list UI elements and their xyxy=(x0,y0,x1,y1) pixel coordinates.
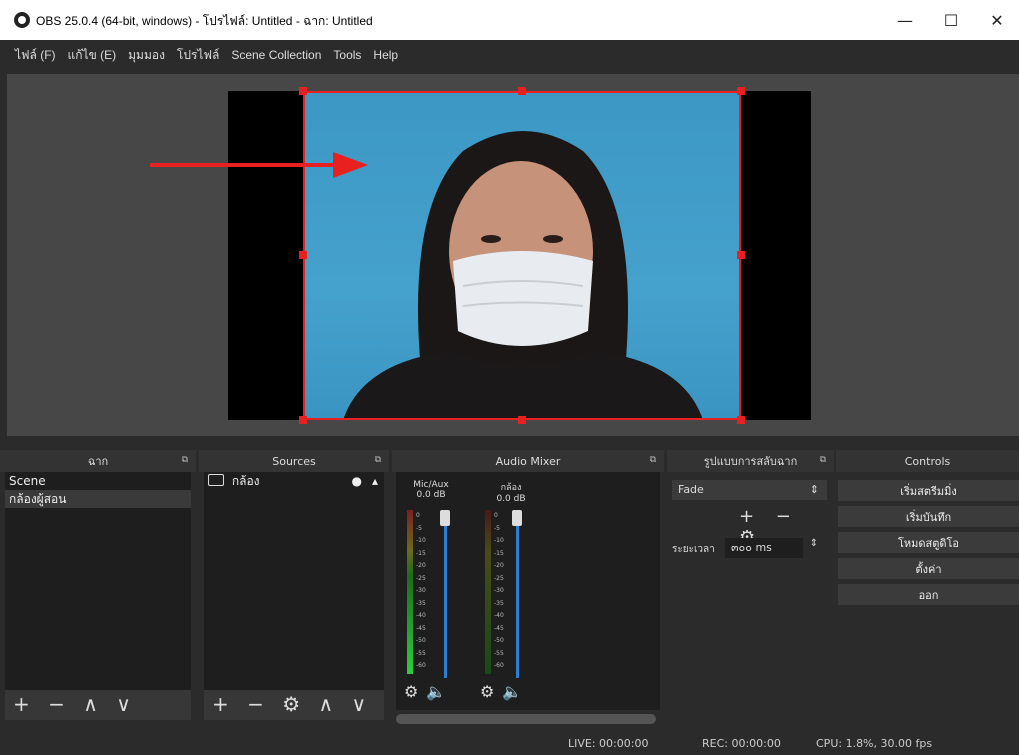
close-button[interactable]: ✕ xyxy=(974,0,1019,40)
audio-mixer-panel: Audio Mixer ⧉ Mic/Aux 0.0 dB กล้อง 0.0 d… xyxy=(392,450,664,728)
sources-panel: Sources ⧉ กล้อง ● ▴ + − ⚙ ∧ ∨ xyxy=(199,450,389,728)
start-streaming-button[interactable]: เริ่มสตรีมมิ่ง xyxy=(838,480,1019,501)
maximize-button[interactable]: ☐ xyxy=(928,0,974,40)
scene-item[interactable]: Scene xyxy=(5,472,191,490)
transitions-title: รูปแบบการสลับฉาก xyxy=(703,455,798,468)
resize-handle[interactable] xyxy=(518,87,526,95)
resize-handle[interactable] xyxy=(737,251,745,259)
fader-handle[interactable] xyxy=(512,510,522,526)
undock-icon[interactable]: ⧉ xyxy=(820,455,826,465)
selection-box[interactable] xyxy=(303,91,741,420)
volume-fader[interactable] xyxy=(516,520,519,678)
resize-handle[interactable] xyxy=(299,87,307,95)
camera-icon xyxy=(208,474,224,486)
title-bar: OBS 25.0.4 (64-bit, windows) - โปรไฟล์: … xyxy=(0,0,1019,40)
start-recording-button[interactable]: เริ่มบันทึก xyxy=(838,506,1019,527)
resize-handle[interactable] xyxy=(518,416,526,424)
controls-title: Controls xyxy=(904,454,951,468)
volume-meter xyxy=(407,510,413,674)
menu-profile[interactable]: โปรไฟล์ xyxy=(177,46,219,65)
cpu-status: CPU: 1.8%, 30.00 fps xyxy=(816,737,933,750)
meter-scale: 0 -5 -10 -15 -20 -25 -30 -35 -40 -45 -50 -55 -60 xyxy=(494,512,504,669)
volume-fader[interactable] xyxy=(444,520,447,678)
obs-app-icon xyxy=(14,12,30,28)
scenes-header: ฉาก ⧉ xyxy=(0,450,196,472)
channel-strip: Mic/Aux 0.0 dB xyxy=(406,480,456,500)
rec-status: REC: 00:00:00 xyxy=(702,737,781,750)
annotation-arrow-icon xyxy=(150,152,368,178)
undock-icon[interactable]: ⧉ xyxy=(182,455,188,465)
scenes-list[interactable]: Scene กล้องผู้สอน xyxy=(5,472,191,690)
live-status: LIVE: 00:00:00 xyxy=(568,737,649,750)
controls-header: Controls xyxy=(836,450,1019,472)
mixer-scrollbar[interactable] xyxy=(396,714,656,724)
resize-handle[interactable] xyxy=(299,416,307,424)
channel-name: Mic/Aux xyxy=(413,480,449,490)
sources-title: Sources xyxy=(272,454,316,468)
gear-icon[interactable]: ⚙ xyxy=(404,682,418,701)
eye-icon[interactable]: ● xyxy=(352,472,362,490)
source-item[interactable]: กล้อง ● ▴ xyxy=(204,472,384,490)
duration-label: ระยะเวลา xyxy=(672,544,715,555)
menu-scene-collection[interactable]: Scene Collection xyxy=(231,48,321,62)
mixer-header: Audio Mixer ⧉ xyxy=(392,450,664,472)
chevron-updown-icon: ⇕ xyxy=(809,483,819,496)
channel-db: 0.0 dB xyxy=(496,494,526,504)
transitions-panel: รูปแบบการสลับฉาก ⧉ Fade ⇕ + − ⚙ ระยะเวลา… xyxy=(667,450,834,728)
window-title: OBS 25.0.4 (64-bit, windows) - โปรไฟล์: … xyxy=(36,14,373,28)
menu-bar: ไฟล์ (F) แก้ไข (E) มุมมอง โปรไฟล์ Scene … xyxy=(0,40,1019,70)
undock-icon[interactable]: ⧉ xyxy=(375,455,381,465)
meter-scale: 0 -5 -10 -15 -20 -25 -30 -35 -40 -45 -50 -55 -60 xyxy=(416,512,426,669)
source-label: กล้อง xyxy=(231,474,260,488)
exit-button[interactable]: ออก xyxy=(838,584,1019,605)
resize-handle[interactable] xyxy=(737,416,745,424)
menu-tools[interactable]: Tools xyxy=(333,48,361,62)
sources-header: Sources ⧉ xyxy=(199,450,389,472)
channel-db: 0.0 dB xyxy=(416,490,446,500)
speaker-icon[interactable]: 🔈 xyxy=(426,682,446,701)
scenes-panel: ฉาก ⧉ Scene กล้องผู้สอน + − ∧ ∨ xyxy=(0,450,196,728)
gear-icon[interactable]: ⚙ xyxy=(480,682,494,701)
fader-handle[interactable] xyxy=(440,510,450,526)
sources-list[interactable]: กล้อง ● ▴ xyxy=(204,472,384,690)
status-bar: LIVE: 00:00:00 REC: 00:00:00 CPU: 1.8%, … xyxy=(0,732,1019,755)
undock-icon[interactable]: ⧉ xyxy=(650,455,656,465)
menu-help[interactable]: Help xyxy=(373,48,398,62)
duration-stepper[interactable]: ⇕ xyxy=(807,538,821,558)
duration-input[interactable]: ๓๐๐ ms xyxy=(725,538,803,558)
transition-select[interactable]: Fade ⇕ xyxy=(672,480,827,500)
minimize-button[interactable]: — xyxy=(882,0,928,40)
mixer-title: Audio Mixer xyxy=(495,454,561,468)
scenes-toolbar[interactable]: + − ∧ ∨ xyxy=(5,690,191,720)
settings-button[interactable]: ตั้งค่า xyxy=(838,558,1019,579)
scenes-title: ฉาก xyxy=(87,455,109,468)
resize-handle[interactable] xyxy=(299,251,307,259)
menu-edit[interactable]: แก้ไข (E) xyxy=(68,46,117,65)
transition-selected: Fade xyxy=(678,483,704,496)
resize-handle[interactable] xyxy=(737,87,745,95)
sources-toolbar[interactable]: + − ⚙ ∧ ∨ xyxy=(204,690,384,720)
channel-strip: กล้อง 0.0 dB xyxy=(486,480,536,504)
menu-file[interactable]: ไฟล์ (F) xyxy=(15,46,56,65)
speaker-icon[interactable]: 🔈 xyxy=(502,682,522,701)
studio-mode-button[interactable]: โหมดสตูดิโอ xyxy=(838,532,1019,553)
volume-meter xyxy=(485,510,491,674)
menu-view[interactable]: มุมมอง xyxy=(128,46,165,65)
lock-icon[interactable]: ▴ xyxy=(372,472,378,490)
scene-item-selected[interactable]: กล้องผู้สอน xyxy=(5,490,191,508)
channel-name: กล้อง xyxy=(500,483,522,493)
mixer-channels: Mic/Aux 0.0 dB กล้อง 0.0 dB 0 -5 -10 -15 -20… xyxy=(396,472,660,710)
transitions-header: รูปแบบการสลับฉาก ⧉ xyxy=(667,450,834,472)
